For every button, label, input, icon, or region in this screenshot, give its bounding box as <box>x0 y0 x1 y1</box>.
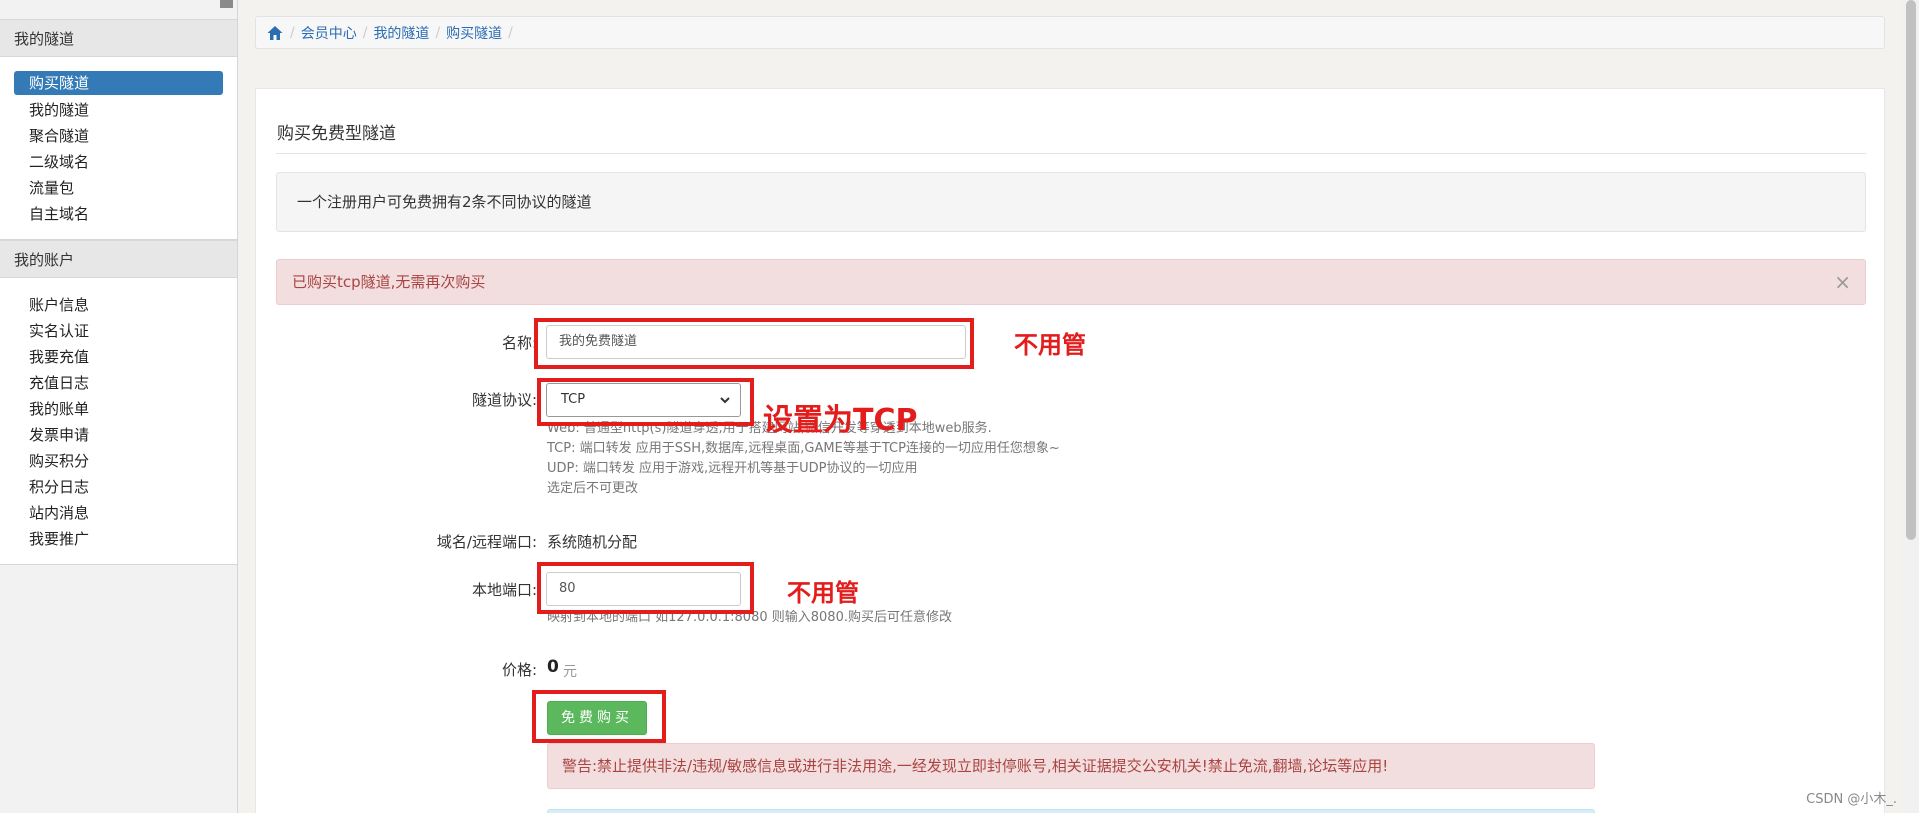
local-port-input[interactable]: 80 <box>546 572 741 606</box>
title-divider <box>276 153 1866 154</box>
name-input[interactable]: 我的免费隧道 <box>546 325 966 359</box>
sidebar-item-recharge[interactable]: 我要充值 <box>14 344 223 370</box>
domain-port-value: 系统随机分配 <box>547 533 638 551</box>
protocol-select-value: TCP <box>561 392 586 407</box>
protocol-help-tcp: TCP: 端口转发 应用于SSH,数据库,远程桌面,GAME等基于TCP连接的一… <box>547 441 1060 456</box>
sidebar-item-account-info[interactable]: 账户信息 <box>14 292 223 318</box>
breadcrumb-buy-tunnel[interactable]: 购买隧道 <box>446 23 502 43</box>
breadcrumb-my-tunnels[interactable]: 我的隧道 <box>373 23 429 43</box>
sidebar-group-tunnels-title: 我的隧道 <box>0 19 237 57</box>
watermark: CSDN @小木_. <box>1806 792 1897 807</box>
name-label: 名称: <box>501 334 537 352</box>
price-unit: 元 <box>563 664 577 680</box>
local-port-help: 映射到本地的端口 如127.0.0.1:8080 则输入8080.购买后可任意修… <box>547 610 952 625</box>
breadcrumb-separator: / <box>508 24 513 41</box>
breadcrumb-separator: / <box>290 24 295 41</box>
main-panel: 购买免费型隧道 一个注册用户可免费拥有2条不同协议的隧道 已购买tcp隧道,无需… <box>255 88 1885 813</box>
sidebar-item-invoice[interactable]: 发票申请 <box>14 422 223 448</box>
sidebar-item-buy-points[interactable]: 购买积分 <box>14 448 223 474</box>
page-scrollbar-thumb[interactable] <box>1906 0 1916 540</box>
info-alert <box>547 809 1595 813</box>
domain-port-label: 域名/远程端口: <box>436 533 537 551</box>
sidebar: 我的隧道 购买隧道 我的隧道 聚合隧道 二级域名 流量包 自主域名 我的账户 账… <box>0 0 238 813</box>
annotation-name-note: 不用管 <box>1014 331 1086 359</box>
warning-alert: 警告:禁止提供非法/违规/敏感信息或进行非法用途,一经发现立即封停账号,相关证据… <box>547 743 1595 789</box>
protocol-help-udp: UDP: 端口转发 应用于游戏,远程开机等基于UDP协议的一切应用 <box>547 461 918 476</box>
sidebar-item-custom-domain[interactable]: 自主域名 <box>14 201 223 227</box>
breadcrumb: / 会员中心 / 我的隧道 / 购买隧道 / <box>255 16 1885 49</box>
sidebar-item-my-tunnels[interactable]: 我的隧道 <box>14 97 223 123</box>
chevron-down-icon <box>720 397 730 404</box>
breadcrumb-separator: / <box>435 24 441 41</box>
price-label: 价格: <box>501 661 537 679</box>
sidebar-group-tunnels: 购买隧道 我的隧道 聚合隧道 二级域名 流量包 自主域名 <box>0 57 237 240</box>
home-icon[interactable] <box>266 24 284 42</box>
sidebar-scrollbar[interactable] <box>220 0 233 8</box>
sidebar-item-points-log[interactable]: 积分日志 <box>14 474 223 500</box>
free-buy-button[interactable]: 免费购买 <box>547 701 647 735</box>
sidebar-group-account: 账户信息 实名认证 我要充值 充值日志 我的账单 发票申请 购买积分 积分日志 … <box>0 278 237 565</box>
sidebar-item-bills[interactable]: 我的账单 <box>14 396 223 422</box>
breadcrumb-separator: / <box>362 24 368 41</box>
protocol-select[interactable]: TCP <box>546 383 741 417</box>
sidebar-item-subdomain[interactable]: 二级域名 <box>14 149 223 175</box>
close-icon[interactable]: × <box>1834 260 1851 304</box>
page-title: 购买免费型隧道 <box>277 124 396 144</box>
sidebar-item-messages[interactable]: 站内消息 <box>14 500 223 526</box>
annotation-protocol-note: 设置为TCP <box>763 403 918 438</box>
alert-message: 已购买tcp隧道,无需再次购买 <box>292 273 486 291</box>
annotation-port-note: 不用管 <box>787 579 859 607</box>
sidebar-group-account-title: 我的账户 <box>0 240 237 278</box>
sidebar-item-buy-tunnel[interactable]: 购买隧道 <box>14 71 223 95</box>
breadcrumb-member-center[interactable]: 会员中心 <box>301 23 357 43</box>
protocol-help-note: 选定后不可更改 <box>547 481 639 496</box>
sidebar-item-verification[interactable]: 实名认证 <box>14 318 223 344</box>
sidebar-item-traffic-pack[interactable]: 流量包 <box>14 175 223 201</box>
already-purchased-alert: 已购买tcp隧道,无需再次购买 × <box>276 259 1866 305</box>
info-box: 一个注册用户可免费拥有2条不同协议的隧道 <box>276 172 1866 232</box>
page-scrollbar[interactable] <box>1902 0 1919 813</box>
protocol-label: 隧道协议: <box>471 391 537 409</box>
sidebar-item-referral[interactable]: 我要推广 <box>14 526 223 552</box>
sidebar-item-aggregate-tunnels[interactable]: 聚合隧道 <box>14 123 223 149</box>
price-value: 0 <box>547 657 559 677</box>
sidebar-item-recharge-log[interactable]: 充值日志 <box>14 370 223 396</box>
local-port-label: 本地端口: <box>471 581 537 599</box>
